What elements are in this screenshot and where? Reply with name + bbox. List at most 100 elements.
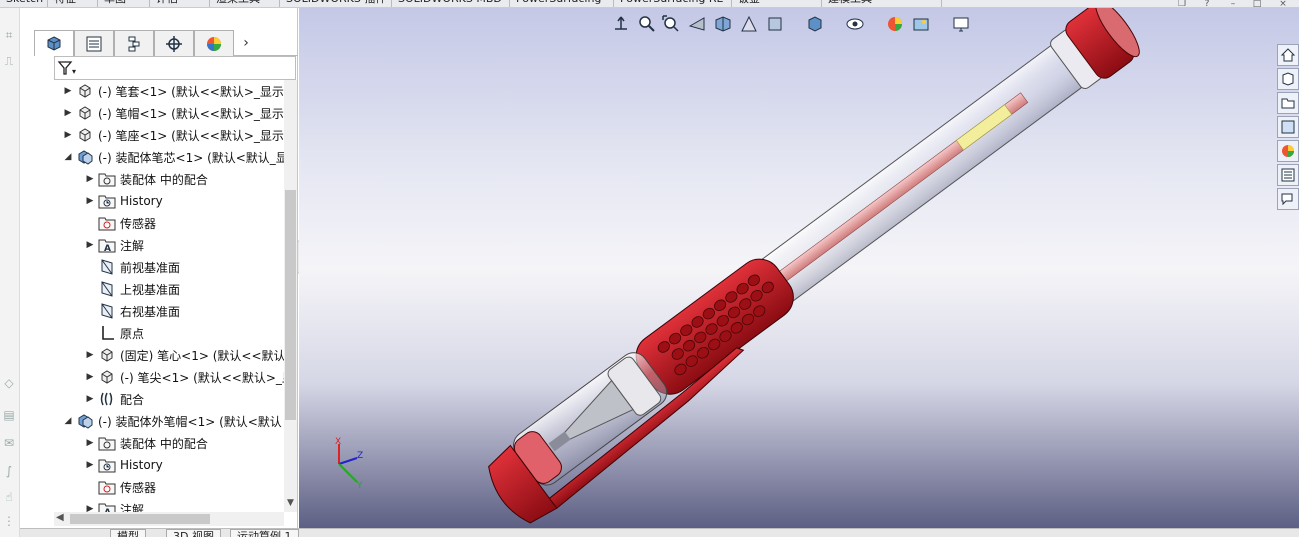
file-explorer-tab[interactable]	[1277, 92, 1299, 114]
maximize-icon[interactable]: □	[1250, 0, 1264, 7]
home-tab[interactable]	[1277, 44, 1299, 66]
tree-item[interactable]: ▶A注解	[84, 498, 284, 512]
restore-icon[interactable]: ❐	[1175, 0, 1189, 7]
propertymanager-tab[interactable]	[74, 30, 114, 56]
view-cube-icon[interactable]: ◇	[2, 376, 16, 390]
tab-3d-view[interactable]: 3D 视图	[166, 529, 221, 537]
feature-tree-icon	[47, 35, 61, 51]
hide-show-items-icon[interactable]	[845, 14, 865, 34]
command-tab[interactable]: SOLIDWORKS 插件	[280, 0, 392, 7]
command-tab[interactable]: Sketch	[0, 0, 48, 7]
tree-item[interactable]: ▶ (-) 笔尖<1> (默认<<默认>_显	[84, 366, 284, 388]
command-tab[interactable]: 评估	[150, 0, 210, 7]
expand-arrow-icon[interactable]: ▶	[84, 349, 96, 361]
scrollbar-thumb[interactable]	[285, 190, 296, 420]
tree-item[interactable]: ▶ History	[84, 454, 284, 476]
expand-arrow-icon[interactable]: ▶	[84, 437, 96, 449]
featuremanager-tab[interactable]	[34, 30, 74, 56]
layers-icon[interactable]: ▤	[2, 408, 16, 422]
hand-icon[interactable]: ☝	[2, 490, 16, 504]
zoom-to-area-icon[interactable]	[661, 14, 681, 34]
configurationmanager-tab[interactable]	[114, 30, 154, 56]
zoom-to-fit-icon[interactable]	[637, 14, 657, 34]
expand-arrow-icon[interactable]: ▶	[84, 239, 96, 251]
filter-icon[interactable]: ▾	[57, 59, 79, 77]
tree-item[interactable]: 原点	[84, 322, 284, 344]
tree-item[interactable]: ▶ (-) 笔套<1> (默认<<默认>_显示状	[62, 80, 284, 102]
expand-arrow-icon[interactable]: ▶	[84, 195, 96, 207]
view-selector-icon[interactable]	[765, 14, 785, 34]
tree-item[interactable]: 上视基准面	[84, 278, 284, 300]
tree-item[interactable]: 传感器	[84, 212, 284, 234]
forum-tab[interactable]	[1277, 188, 1299, 210]
expand-arrow-icon[interactable]: ▶	[84, 503, 96, 512]
command-tab[interactable]: 建模工具	[822, 0, 942, 7]
custom-properties-tab[interactable]	[1277, 164, 1299, 186]
edit-appearance-icon[interactable]	[885, 14, 905, 34]
command-tab[interactable]: PowerSurfacing RE	[614, 0, 732, 7]
expand-arrow-icon[interactable]: ▶	[62, 85, 74, 97]
appearances-tab[interactable]	[1277, 140, 1299, 162]
view-orientation-icon[interactable]	[611, 14, 631, 34]
dynamic-annotation-icon[interactable]	[739, 14, 759, 34]
sketch-icon[interactable]: ⌗	[2, 28, 16, 42]
tree-item-label: History	[120, 194, 163, 208]
tree-item[interactable]: ▶A注解	[84, 234, 284, 256]
tab-motion-study[interactable]: 运动算例 1	[230, 529, 299, 537]
tree-item[interactable]: ▶ (-) 笔座<1> (默认<<默认>_显示状	[62, 124, 284, 146]
expand-arrow-icon[interactable]: ▶	[84, 371, 96, 383]
expand-arrow-icon[interactable]: ▶	[84, 459, 96, 471]
tree-item[interactable]: ▶ (-) 笔帽<1> (默认<<默认>_显示状	[62, 102, 284, 124]
tree-item[interactable]: ▶ 配合	[84, 388, 284, 410]
tree-item[interactable]: 传感器	[84, 476, 284, 498]
section-view-icon[interactable]	[713, 14, 733, 34]
tree-item[interactable]: ▶ (固定) 笔心<1> (默认<<默认	[84, 344, 284, 366]
design-library-tab[interactable]	[1277, 68, 1299, 90]
forum-icon	[1281, 193, 1293, 206]
view-palette-tab[interactable]	[1277, 116, 1299, 138]
expand-arrow-icon[interactable]: ▶	[84, 173, 96, 185]
mail-icon[interactable]: ✉	[2, 436, 16, 450]
command-tab[interactable]: 渲染工具	[210, 0, 280, 7]
command-tab[interactable]: 特征	[48, 0, 98, 7]
command-manager-tabs: Sketch 特征 草图 评估 渲染工具 SOLIDWORKS 插件 SOLID…	[0, 0, 1299, 8]
tree-filter-field[interactable]: ▾	[54, 56, 296, 80]
step-icon[interactable]: ⎍	[2, 54, 16, 68]
tree-vertical-scrollbar[interactable]: ▼	[284, 80, 297, 512]
tree-item[interactable]: ▶ History	[84, 190, 284, 212]
tree-item[interactable]: ▶ 装配体 中的配合	[84, 168, 284, 190]
scroll-down-arrow[interactable]: ▼	[284, 498, 297, 512]
command-tab[interactable]: SOLIDWORKS MBD	[392, 0, 510, 7]
pen-assembly-model[interactable]	[299, 8, 1299, 528]
minimize-icon[interactable]: –	[1226, 0, 1240, 7]
expand-arrow-icon[interactable]: ▶	[84, 393, 96, 405]
scroll-left-arrow[interactable]: ◀	[56, 512, 64, 523]
help-icon[interactable]: ?	[1200, 0, 1214, 7]
command-tab[interactable]: PowerSurfacing	[510, 0, 614, 7]
display-manager-tab[interactable]	[194, 30, 234, 56]
close-icon[interactable]: ×	[1276, 0, 1290, 7]
tree-item[interactable]: ▶ 装配体 中的配合	[84, 432, 284, 454]
tree-item[interactable]: ◢ (-) 装配体笔芯<1> (默认<默认_显	[62, 146, 284, 168]
view-settings-icon[interactable]	[951, 14, 971, 34]
apply-scene-icon[interactable]	[911, 14, 931, 34]
grip-icon[interactable]: ⋮	[2, 514, 16, 528]
tree-item[interactable]: 前视基准面	[84, 256, 284, 278]
previous-view-icon[interactable]	[687, 14, 707, 34]
expand-arrow-icon[interactable]: ▶	[62, 107, 74, 119]
command-tab[interactable]: 钣金	[732, 0, 822, 7]
tree-item[interactable]: 右视基准面	[84, 300, 284, 322]
expand-arrow-icon[interactable]: ▶	[62, 129, 74, 141]
graphics-area[interactable]: X Z Y	[299, 8, 1299, 528]
scrollbar-thumb[interactable]	[70, 514, 210, 524]
more-tabs-button[interactable]: ›	[234, 30, 258, 56]
display-style-icon[interactable]	[805, 14, 825, 34]
dimxpert-tab[interactable]	[154, 30, 194, 56]
tree-item[interactable]: ◢ (-) 装配体外笔帽<1> (默认<默认	[62, 410, 284, 432]
collapse-arrow-icon[interactable]: ◢	[62, 151, 74, 163]
curve-icon[interactable]: ∫	[2, 464, 16, 478]
collapse-arrow-icon[interactable]: ◢	[62, 415, 74, 427]
command-tab[interactable]: 草图	[98, 0, 150, 7]
tree-horizontal-scrollbar[interactable]: ◀	[54, 512, 284, 526]
tab-model[interactable]: 模型	[110, 529, 146, 537]
